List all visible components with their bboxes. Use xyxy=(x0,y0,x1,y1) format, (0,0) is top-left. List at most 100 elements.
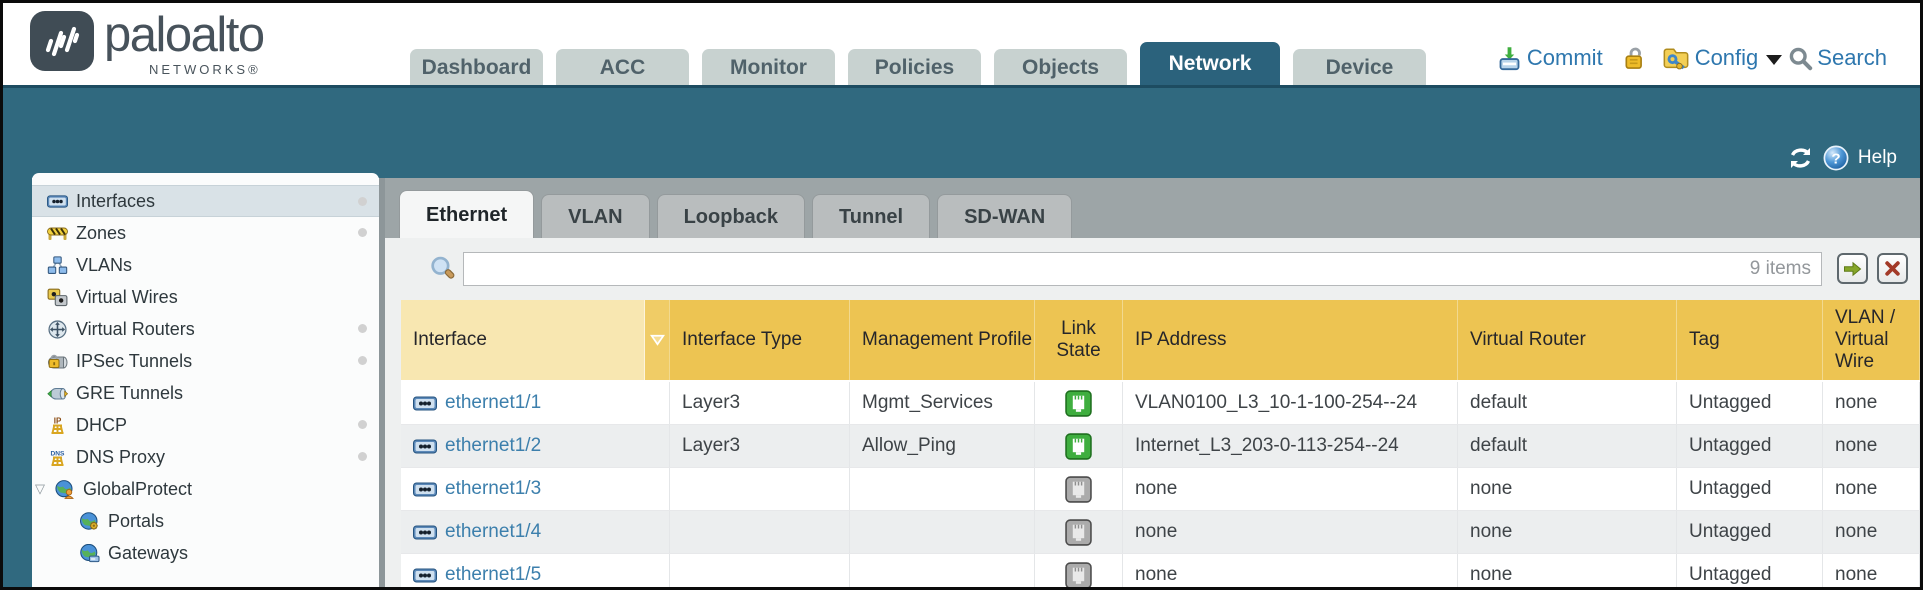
tab-sd-wan[interactable]: SD-WAN xyxy=(937,194,1072,238)
interface-link[interactable]: ethernet1/2 xyxy=(445,435,541,457)
tab-ethernet[interactable]: Ethernet xyxy=(399,190,534,238)
cell-management-profile: Mgmt_Services xyxy=(850,382,1035,424)
sort-down-icon xyxy=(650,334,665,346)
gateways-icon xyxy=(77,543,101,563)
interface-link[interactable]: ethernet1/1 xyxy=(445,392,541,414)
teal-banner: ? Help xyxy=(0,85,1923,178)
sidebar-item-virtual-wires[interactable]: Virtual Wires xyxy=(32,281,379,313)
cell-tag: Untagged xyxy=(1677,425,1823,467)
cell-management-profile xyxy=(850,554,1035,587)
tab-vlan[interactable]: VLAN xyxy=(541,194,649,238)
cell-interface[interactable]: ethernet1/1 xyxy=(401,382,670,424)
item-dot xyxy=(358,356,367,365)
clear-filter-button[interactable] xyxy=(1877,253,1908,284)
sidebar-item-dns-proxy[interactable]: DNSDNS Proxy xyxy=(32,441,379,473)
config-link[interactable]: Config xyxy=(1695,45,1759,71)
interface-link[interactable]: ethernet1/5 xyxy=(445,564,541,586)
sidebar-item-label: Portals xyxy=(108,511,164,532)
interface-link[interactable]: ethernet1/4 xyxy=(445,521,541,543)
nav-tab-monitor[interactable]: Monitor xyxy=(702,49,835,85)
banner-actions: ? Help xyxy=(1787,145,1897,171)
col-header-link-state[interactable]: Link State xyxy=(1035,300,1123,380)
vlans-icon xyxy=(45,255,69,275)
col-header-interface[interactable]: Interface xyxy=(401,300,644,380)
sidebar-item-label: GRE Tunnels xyxy=(76,383,183,404)
lock-icon[interactable] xyxy=(1621,45,1647,71)
cell-link-state xyxy=(1035,425,1123,467)
link-up-icon xyxy=(1065,390,1092,417)
cell-interface[interactable]: ethernet1/3 xyxy=(401,468,670,510)
items-count: 9 items xyxy=(1750,258,1821,280)
sidebar-item-vlans[interactable]: VLANs xyxy=(32,249,379,281)
col-header-virtual-router[interactable]: Virtual Router xyxy=(1458,300,1677,380)
nav-tab-network[interactable]: Network xyxy=(1140,42,1280,85)
paloalto-logo: paloalto NETWORKS® xyxy=(30,11,264,77)
commit-link[interactable]: Commit xyxy=(1527,45,1603,71)
cell-ip-address: VLAN0100_L3_10-1-100-254--24 xyxy=(1123,382,1458,424)
item-dot xyxy=(358,420,367,429)
nav-tab-policies[interactable]: Policies xyxy=(848,49,981,85)
filter-input[interactable] xyxy=(464,253,1750,285)
col-header-management-profile[interactable]: Management Profile xyxy=(850,300,1035,380)
sidebar-item-label: Zones xyxy=(76,223,126,244)
brand-sub: NETWORKS® xyxy=(104,62,264,77)
sidebar-item-zones[interactable]: Zones xyxy=(32,217,379,249)
item-dot xyxy=(358,228,367,237)
sort-dropdown-button[interactable] xyxy=(644,300,670,380)
cell-ip-address: none xyxy=(1123,511,1458,553)
config-caret-icon[interactable] xyxy=(1766,55,1782,65)
table-header: Interface Interface TypeManagement Profil… xyxy=(401,300,1920,382)
cell-interface[interactable]: ethernet1/4 xyxy=(401,511,670,553)
sidebar-item-gre-tunnels[interactable]: GRE Tunnels xyxy=(32,377,379,409)
cell-vlan-virtual-wire: none xyxy=(1823,468,1920,510)
search-icon xyxy=(1788,46,1813,71)
cell-interface-type xyxy=(670,554,850,587)
cell-virtual-router: default xyxy=(1458,382,1677,424)
item-dot xyxy=(358,452,367,461)
table-row: ethernet1/4nonenoneUntaggednone xyxy=(401,511,1920,554)
search-link[interactable]: Search xyxy=(1817,45,1887,71)
sidebar-item-dhcp[interactable]: IPDHCP xyxy=(32,409,379,441)
nav-tab-acc[interactable]: ACC xyxy=(556,49,689,85)
nav-tab-objects[interactable]: Objects xyxy=(994,49,1127,85)
help-link[interactable]: Help xyxy=(1858,147,1897,169)
cell-vlan-virtual-wire: none xyxy=(1823,382,1920,424)
tab-loopback[interactable]: Loopback xyxy=(657,194,805,238)
help-icon[interactable]: ? xyxy=(1823,145,1849,171)
cell-vlan-virtual-wire: none xyxy=(1823,425,1920,467)
interface-link[interactable]: ethernet1/3 xyxy=(445,478,541,500)
brand-name: paloalto xyxy=(104,11,264,61)
link-down-icon xyxy=(1065,476,1092,503)
tab-tunnel[interactable]: Tunnel xyxy=(812,194,930,238)
col-header-ip-address[interactable]: IP Address xyxy=(1123,300,1458,380)
col-header-vlan-virtual-wire[interactable]: VLAN / Virtual Wire xyxy=(1823,300,1920,380)
sidebar-item-globalprotect[interactable]: ▽ GlobalProtect xyxy=(32,473,379,505)
nav-tab-dashboard[interactable]: Dashboard xyxy=(410,49,543,85)
collapse-caret-icon[interactable]: ▽ xyxy=(35,481,52,497)
sidebar-item-label: Virtual Wires xyxy=(76,287,178,308)
dhcp-icon: IP xyxy=(45,415,69,435)
col-header-tag[interactable]: Tag xyxy=(1677,300,1823,380)
sidebar-item-label: GlobalProtect xyxy=(83,479,192,500)
col-header-interface-type[interactable]: Interface Type xyxy=(670,300,850,380)
main-nav-tabs: Dashboard ACC Monitor Policies Objects Networ… xyxy=(410,42,1426,85)
cell-ip-address: Internet_L3_203-0-113-254--24 xyxy=(1123,425,1458,467)
cell-interface[interactable]: ethernet1/2 xyxy=(401,425,670,467)
content-tabband: EthernetVLANLoopbackTunnelSD-WAN xyxy=(385,178,1920,238)
sidebar-item-interfaces[interactable]: Interfaces xyxy=(32,185,379,217)
nav-tab-device[interactable]: Device xyxy=(1293,49,1426,85)
sidebar-item-ipsec-tunnels[interactable]: IPSec Tunnels xyxy=(32,345,379,377)
dns-proxy-icon: DNS xyxy=(45,447,69,467)
sidebar-item-portals[interactable]: Portals xyxy=(32,505,379,537)
table-row: ethernet1/2Layer3Allow_PingInternet_L3_2… xyxy=(401,425,1920,468)
sidebar-item-gateways[interactable]: Gateways xyxy=(32,537,379,569)
refresh-icon[interactable] xyxy=(1787,146,1814,170)
cell-interface-type: Layer3 xyxy=(670,382,850,424)
link-up-icon xyxy=(1065,433,1092,460)
sidebar-item-virtual-routers[interactable]: Virtual Routers xyxy=(32,313,379,345)
link-down-icon xyxy=(1065,519,1092,546)
apply-filter-button[interactable] xyxy=(1837,253,1868,284)
cell-interface[interactable]: ethernet1/5 xyxy=(401,554,670,587)
cell-vlan-virtual-wire: none xyxy=(1823,511,1920,553)
network-sidebar: Interfaces Zones VLANs Virtual Wires Virtual… xyxy=(32,173,379,590)
